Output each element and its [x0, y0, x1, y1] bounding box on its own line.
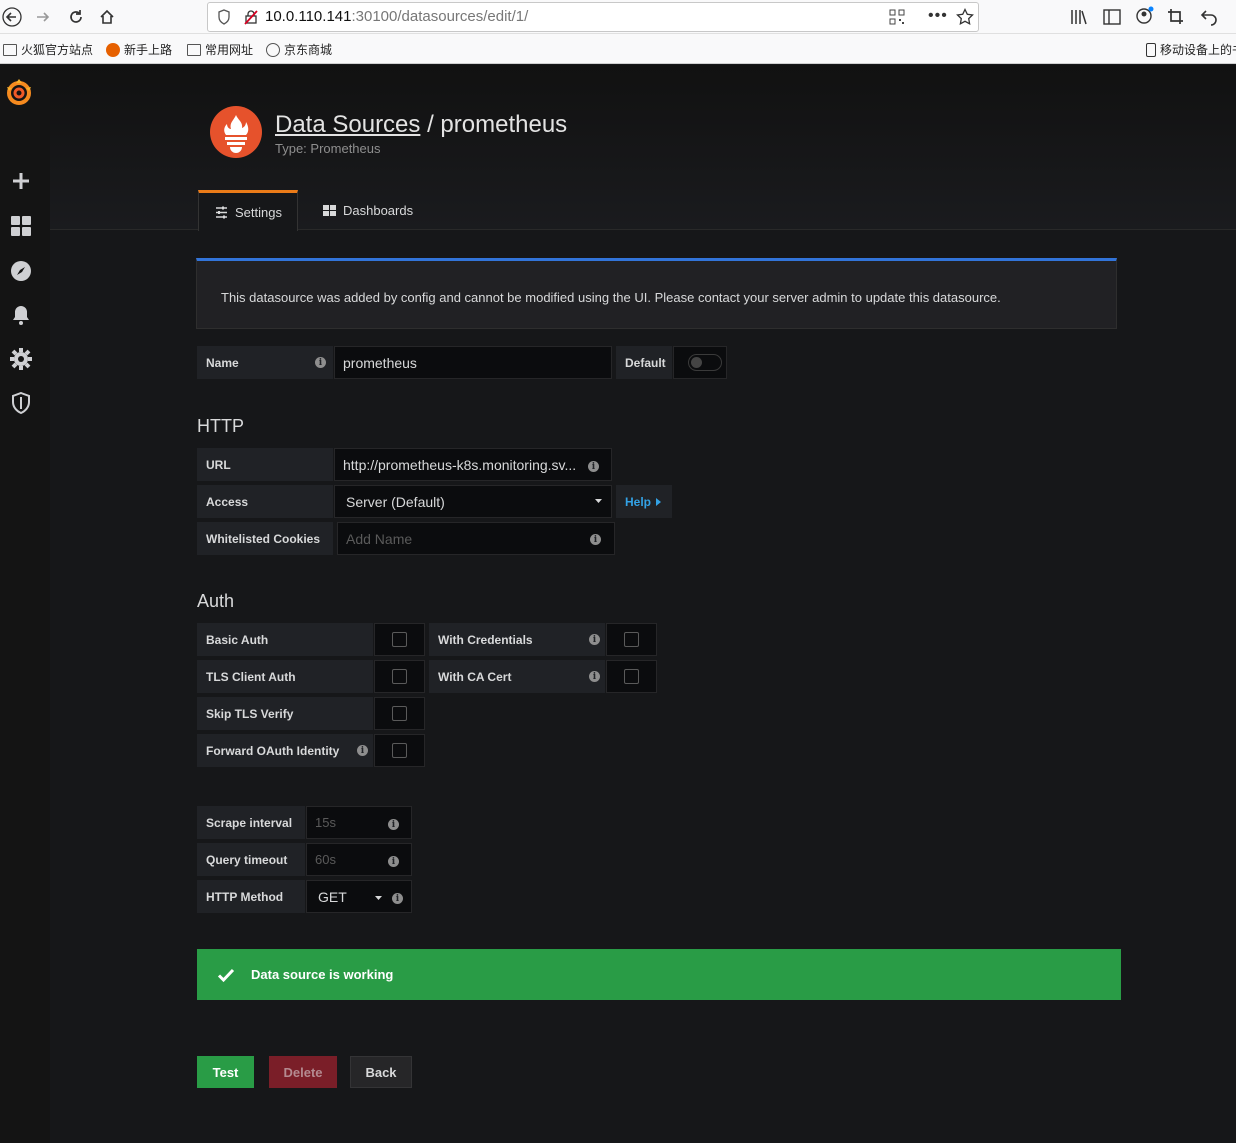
bookmark-item[interactable]: 火狐官方站点	[3, 41, 93, 58]
scrape-interval-label: Scrape interval	[197, 806, 305, 839]
info-icon[interactable]: i	[388, 856, 399, 867]
name-label: Name	[197, 346, 333, 379]
url-text: 10.0.110.141:30100/datasources/edit/1/	[265, 8, 529, 25]
http-method-label: HTTP Method	[197, 880, 305, 913]
readonly-info-alert: This datasource was added by config and …	[196, 258, 1117, 329]
prometheus-logo-icon	[210, 106, 262, 158]
tls-client-auth-checkbox[interactable]	[392, 669, 407, 684]
whitelisted-cookies-label: Whitelisted Cookies	[197, 522, 333, 555]
sidebar-toggle-icon[interactable]	[1103, 8, 1121, 26]
info-icon[interactable]: i	[589, 671, 600, 682]
tls-client-auth-label: TLS Client Auth	[197, 660, 373, 693]
help-toggle[interactable]: Help	[616, 485, 672, 518]
url-input[interactable]: http://prometheus-k8s.monitoring.sv...	[334, 448, 612, 481]
account-icon[interactable]	[1135, 6, 1155, 26]
back-button[interactable]: Back	[350, 1056, 412, 1088]
plus-icon[interactable]	[10, 170, 32, 192]
insecure-lock-icon[interactable]	[243, 9, 259, 25]
breadcrumb-data-sources-link[interactable]: Data Sources	[275, 111, 420, 138]
info-icon[interactable]: i	[588, 461, 599, 472]
back-arrow-icon[interactable]	[0, 5, 24, 29]
url-label: URL	[197, 448, 333, 481]
forward-arrow-icon[interactable]	[31, 5, 55, 29]
mobile-device-icon	[1146, 42, 1156, 57]
bookmark-item[interactable]: 京东商城	[266, 41, 332, 58]
tab-settings[interactable]: Settings	[198, 190, 298, 231]
page-title: Data Sources / prometheus	[275, 111, 568, 138]
mobile-bookmarks[interactable]: 移动设备上的书签	[1146, 41, 1236, 58]
configuration-gear-icon[interactable]	[10, 348, 32, 370]
basic-auth-label: Basic Auth	[197, 623, 373, 656]
tab-dashboards[interactable]: Dashboards	[323, 190, 413, 231]
info-icon[interactable]: i	[589, 634, 600, 645]
dashboards-icon[interactable]	[10, 215, 32, 237]
folder-icon	[187, 43, 201, 56]
test-button[interactable]: Test	[197, 1056, 254, 1088]
whitelisted-cookies-input[interactable]: Add Name	[337, 522, 615, 555]
forward-oauth-label: Forward OAuth Identity	[197, 734, 373, 767]
delete-button[interactable]: Delete	[269, 1056, 337, 1088]
url-bar[interactable]: 10.0.110.141:30100/datasources/edit/1/ •…	[207, 2, 979, 32]
home-icon[interactable]	[95, 5, 119, 29]
grafana-logo-icon[interactable]	[4, 77, 34, 107]
reload-icon[interactable]	[64, 5, 88, 29]
check-icon	[217, 968, 235, 982]
access-label: Access	[197, 485, 333, 518]
shield-icon[interactable]	[217, 9, 231, 25]
server-admin-shield-icon[interactable]	[10, 392, 32, 414]
firefox-icon	[106, 42, 120, 57]
alert-message: This datasource was added by config and …	[221, 290, 1001, 305]
with-ca-cert-checkbox[interactable]	[624, 669, 639, 684]
bookmark-item[interactable]: 新手上路	[106, 41, 172, 58]
with-credentials-checkbox[interactable]	[624, 632, 639, 647]
http-heading: HTTP	[197, 416, 244, 436]
access-select[interactable]: Server (Default)	[334, 485, 612, 518]
qr-code-icon[interactable]	[889, 9, 905, 25]
info-icon[interactable]: i	[357, 745, 368, 756]
datasource-status-alert: Data source is working	[197, 949, 1121, 1000]
caret-down-icon	[375, 896, 382, 900]
star-icon[interactable]	[956, 8, 974, 26]
page-subtitle: Type: Prometheus	[275, 141, 381, 156]
name-input[interactable]: prometheus	[334, 346, 612, 379]
with-credentials-label: With Credentials	[429, 623, 605, 656]
default-label: Default	[616, 346, 672, 379]
folder-icon	[3, 43, 17, 56]
screenshot-icon[interactable]	[1167, 8, 1185, 26]
dashboards-tab-icon	[323, 204, 336, 216]
skip-tls-verify-checkbox[interactable]	[392, 706, 407, 721]
skip-tls-verify-label: Skip TLS Verify	[197, 697, 373, 730]
info-icon[interactable]: i	[388, 819, 399, 830]
sliders-icon	[216, 206, 227, 218]
auth-heading: Auth	[197, 591, 235, 611]
bookmarks-bar: 火狐官方站点 新手上路 常用网址 京东商城 移动设备上的书签	[0, 34, 1236, 64]
caret-down-icon	[595, 499, 602, 503]
info-icon[interactable]: i	[392, 893, 403, 904]
forward-oauth-checkbox[interactable]	[392, 743, 407, 758]
browser-toolbar: 10.0.110.141:30100/datasources/edit/1/ •…	[0, 0, 1236, 34]
info-icon[interactable]: i	[590, 534, 601, 545]
status-message: Data source is working	[251, 967, 394, 982]
default-toggle[interactable]	[688, 354, 722, 371]
info-icon[interactable]: i	[315, 357, 326, 368]
basic-auth-checkbox[interactable]	[392, 632, 407, 647]
alerting-bell-icon[interactable]	[10, 304, 32, 326]
query-timeout-label: Query timeout	[197, 843, 305, 876]
caret-right-icon	[656, 497, 662, 506]
explore-compass-icon[interactable]	[10, 260, 32, 282]
side-menu	[0, 65, 50, 1143]
globe-icon	[266, 42, 280, 57]
with-ca-cert-label: With CA Cert	[429, 660, 605, 693]
bookmark-item[interactable]: 常用网址	[187, 41, 253, 58]
undo-icon[interactable]	[1200, 8, 1218, 26]
library-icon[interactable]	[1070, 8, 1088, 26]
more-icon[interactable]: •••	[928, 7, 948, 25]
